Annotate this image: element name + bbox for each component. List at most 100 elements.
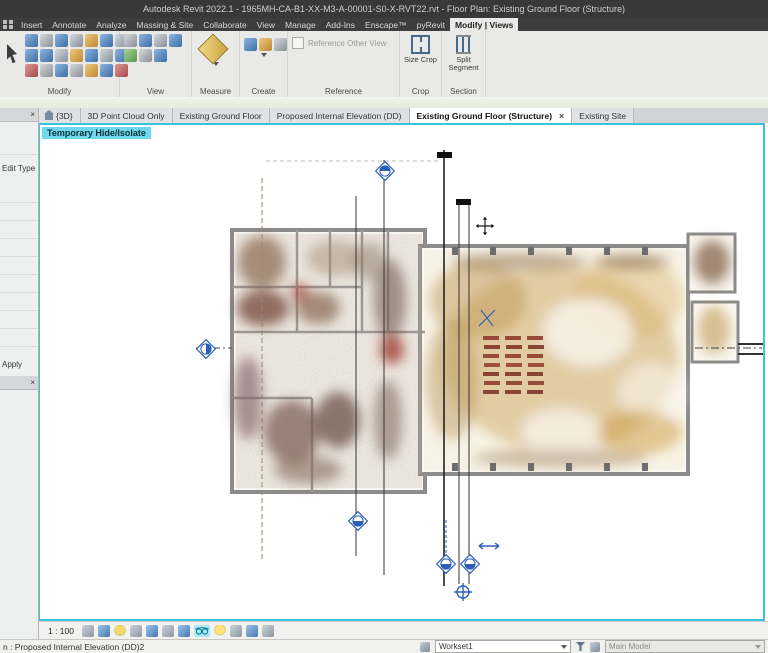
array-icon[interactable]	[70, 49, 83, 62]
align-icon[interactable]	[25, 34, 38, 47]
close-panel-icon[interactable]: ×	[30, 110, 35, 119]
view-tab-proposed-internal-elevation[interactable]: Proposed Internal Elevation (DD)	[269, 108, 410, 123]
match-properties-icon[interactable]	[40, 64, 53, 77]
cut-geometry-icon[interactable]	[55, 64, 68, 77]
worksharing-display-icon[interactable]	[246, 624, 258, 637]
scale-button[interactable]: 1 : 100	[44, 626, 78, 636]
apply-button[interactable]: Apply	[2, 360, 38, 369]
panel-label-modify[interactable]: Modify	[0, 87, 119, 96]
panel-label-crop[interactable]: Crop	[400, 87, 441, 96]
edit-type-button[interactable]: Edit Type	[2, 164, 38, 173]
tab-view[interactable]: View	[252, 18, 280, 31]
show-constraints-icon[interactable]	[262, 624, 274, 637]
view-tab-existing-ground-floor[interactable]: Existing Ground Floor	[172, 108, 270, 123]
panel-label-reference[interactable]: Reference	[288, 87, 399, 96]
size-crop-button[interactable]: Size Crop	[404, 34, 437, 64]
panel-modify: Modify	[0, 31, 128, 97]
delete-icon[interactable]	[25, 64, 38, 77]
create-dropdown-icon[interactable]	[260, 53, 267, 57]
copy-icon[interactable]	[40, 49, 53, 62]
split-icon[interactable]	[85, 34, 98, 47]
duplicate-view-icon[interactable]	[244, 38, 257, 51]
tab-collaborate[interactable]: Collaborate	[198, 18, 251, 31]
measure-icon[interactable]	[197, 33, 229, 65]
view-tab-label: Existing Ground Floor (Structure)	[416, 110, 553, 121]
sun-path-icon[interactable]	[114, 624, 126, 637]
cut-profile-icon[interactable]	[169, 34, 182, 47]
design-options-icon[interactable]	[590, 641, 600, 652]
panel-label-section[interactable]: Section	[442, 87, 485, 96]
select-arrow-icon[interactable]	[4, 34, 20, 76]
tab-massing-site[interactable]: Massing & Site	[132, 18, 199, 31]
view-tab-3d[interactable]: {3D}	[38, 108, 81, 123]
view-tab-label: 3D Point Cloud Only	[87, 110, 165, 121]
filter-icon[interactable]	[576, 642, 585, 651]
menu-grid-icon[interactable]	[3, 20, 13, 29]
view-3d-icon	[44, 109, 54, 120]
panel-create: Create	[240, 31, 288, 97]
mirror-axis-icon[interactable]	[70, 34, 83, 47]
show-hidden-lines-icon[interactable]	[139, 34, 152, 47]
panel-measure: Measure	[192, 31, 240, 97]
view-tab-existing-site[interactable]: Existing Site	[572, 108, 635, 123]
reveal-hidden-elements-icon[interactable]	[214, 624, 226, 637]
detail-level-icon[interactable]	[82, 624, 94, 637]
reference-other-view-label: Reference Other View	[308, 38, 387, 48]
drawing-area[interactable]: Temporary Hide/Isolate	[38, 123, 765, 621]
pin-icon[interactable]	[100, 49, 113, 62]
tab-insert[interactable]: Insert	[16, 18, 47, 31]
dropdown-caret-icon	[755, 644, 761, 649]
panel-label-view[interactable]: View	[120, 87, 191, 96]
close-tab-icon[interactable]: ×	[559, 111, 564, 121]
workset-select[interactable]: Workset1	[435, 640, 571, 653]
reference-other-view-checkbox[interactable]	[292, 37, 304, 49]
tab-annotate[interactable]: Annotate	[47, 18, 91, 31]
show-crop-region-icon[interactable]	[178, 624, 190, 637]
temporary-hide-isolate-icon[interactable]	[194, 624, 210, 637]
panel-section: Split Segment Section	[442, 31, 486, 97]
thin-lines-icon[interactable]	[124, 34, 137, 47]
rotate-icon[interactable]	[55, 49, 68, 62]
offset-icon[interactable]	[40, 34, 53, 47]
split-segment-button[interactable]: Split Segment	[446, 34, 481, 73]
tab-manage[interactable]: Manage	[280, 18, 321, 31]
panel-reference: Reference Other View Reference	[288, 31, 400, 97]
tab-pyrevit[interactable]: pyRevit	[412, 18, 450, 31]
panel-label-create[interactable]: Create	[240, 87, 287, 96]
panel-label-measure[interactable]: Measure	[192, 87, 239, 96]
point-cloud-noise-east	[424, 250, 684, 470]
schedules-icon[interactable]	[274, 38, 287, 51]
paint-icon[interactable]	[100, 64, 113, 77]
view-tab-existing-ground-floor-structure[interactable]: Existing Ground Floor (Structure) ×	[409, 108, 573, 123]
tab-modify-views[interactable]: Modify | Views	[449, 18, 519, 31]
render-gallery-icon[interactable]	[139, 49, 152, 62]
close-panel-icon[interactable]: ×	[30, 378, 35, 387]
visual-style-icon[interactable]	[98, 624, 110, 637]
join-geometry-icon[interactable]	[70, 64, 83, 77]
tab-analyze[interactable]: Analyze	[91, 18, 131, 31]
move-icon[interactable]	[25, 49, 38, 62]
move-cursor-icon	[474, 215, 496, 237]
scale-icon[interactable]	[85, 49, 98, 62]
remove-hidden-lines-icon[interactable]	[154, 34, 167, 47]
default-3d-view-icon[interactable]	[154, 49, 167, 62]
design-option-value: Main Model	[609, 642, 651, 651]
properties-panel-header: ×	[0, 108, 38, 122]
tab-addins[interactable]: Add-Ins	[321, 18, 360, 31]
trim-corner-icon[interactable]	[100, 34, 113, 47]
shadows-icon[interactable]	[130, 624, 142, 637]
crop-view-icon[interactable]	[162, 624, 174, 637]
render-icon[interactable]	[124, 49, 137, 62]
panel-crop: Size Crop Crop	[400, 31, 442, 97]
temporary-view-properties-icon[interactable]	[230, 624, 242, 637]
design-option-select[interactable]: Main Model	[605, 640, 765, 653]
view-tab-point-cloud[interactable]: 3D Point Cloud Only	[80, 108, 173, 123]
tab-enscape[interactable]: Enscape™	[360, 18, 412, 31]
show-rendering-dialog-icon[interactable]	[146, 624, 158, 637]
worksets-icon[interactable]	[420, 641, 430, 652]
mirror-pick-icon[interactable]	[55, 34, 68, 47]
workset-value: Workset1	[439, 642, 473, 651]
legend-icon[interactable]	[259, 38, 272, 51]
cope-icon[interactable]	[85, 64, 98, 77]
floor-plan-svg[interactable]	[40, 125, 763, 619]
